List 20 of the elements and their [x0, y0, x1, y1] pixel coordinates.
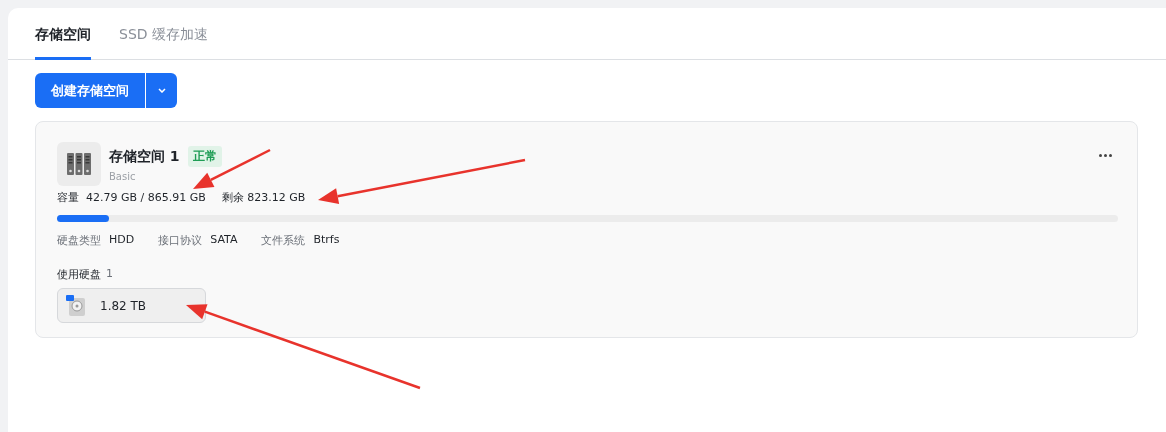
tab[interactable]: 存储空间: [35, 26, 91, 60]
disk-size: 1.82 TB: [100, 298, 147, 313]
property-label: 接口协议: [158, 233, 203, 248]
create-storage-button[interactable]: 创建存储空间: [35, 73, 145, 108]
property-label: 文件系统: [261, 233, 306, 248]
disks-label: 使用硬盘: [57, 267, 101, 282]
property-value: HDD: [109, 233, 135, 248]
disks-count: 1: [106, 267, 113, 282]
server-icon: [57, 142, 101, 186]
free-text: 剩余 823.12 GB: [221, 190, 306, 205]
pool-type: Basic: [109, 171, 137, 182]
capacity-text: 容量 42.79 GB / 865.91 GB: [57, 190, 206, 205]
chevron-down-icon: [157, 88, 166, 93]
dropdown-button[interactable]: [145, 73, 177, 108]
status-badge: 正常: [187, 146, 222, 167]
property-value: SATA: [210, 233, 238, 248]
property-label: 硬盘类型: [57, 233, 101, 248]
property-value: Btrfs: [313, 233, 340, 248]
disk-chip[interactable]: 1.82 TB: [57, 288, 206, 323]
pool-name: 存储空间 1: [109, 147, 180, 166]
